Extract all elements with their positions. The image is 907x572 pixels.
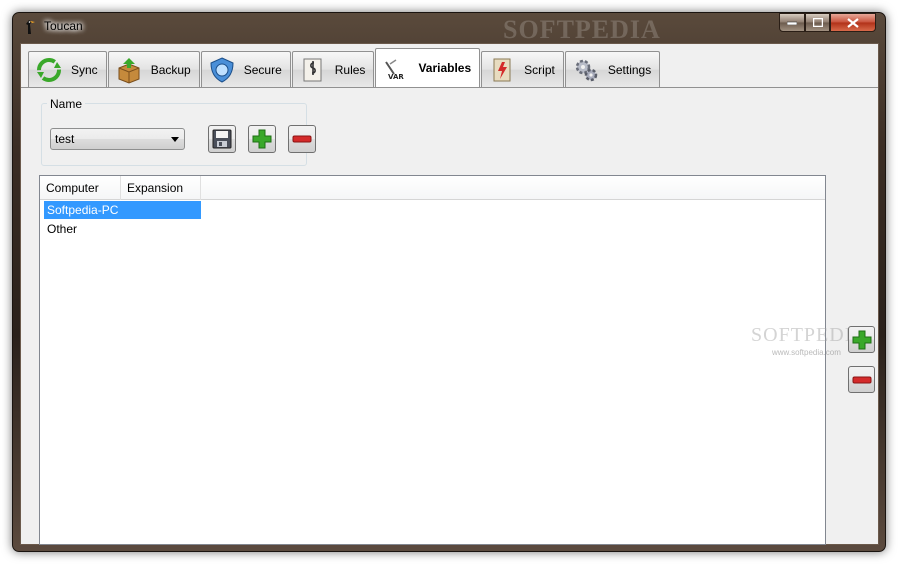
name-combobox-value: test — [55, 132, 75, 146]
variables-listview[interactable]: Computer Expansion Softpedia-PC Other — [39, 175, 826, 545]
plus-icon — [252, 129, 272, 149]
minimize-icon — [787, 21, 797, 25]
list-item[interactable]: Softpedia-PC — [44, 201, 201, 219]
list-item[interactable]: Other — [44, 220, 201, 238]
tab-sync-label: Sync — [71, 62, 98, 77]
add-variable-button[interactable] — [248, 125, 276, 153]
minus-icon — [292, 135, 312, 143]
tab-script[interactable]: Script — [481, 51, 564, 87]
name-groupbox: Name test — [41, 97, 316, 166]
tab-settings-label: Settings — [607, 62, 652, 77]
list-item-computer: Other — [47, 222, 78, 236]
client-area: Sync Backup Secure Rules VAR Variables S… — [20, 43, 879, 545]
tab-variables[interactable]: VAR Variables — [375, 48, 481, 87]
minus-icon — [852, 376, 871, 383]
tab-backup-label: Backup — [150, 62, 191, 77]
name-legend: Name — [47, 97, 86, 111]
listview-header: Computer Expansion — [40, 176, 825, 200]
secure-icon — [210, 56, 234, 83]
settings-icon — [575, 59, 598, 81]
tab-sync[interactable]: Sync — [28, 51, 107, 87]
script-icon — [493, 58, 511, 81]
list-item-computer: Softpedia-PC — [47, 203, 119, 217]
window-title: Toucan — [44, 19, 83, 33]
maximize-icon — [812, 18, 823, 27]
rules-icon — [303, 58, 322, 81]
save-icon — [212, 129, 232, 149]
toucan-app-icon — [26, 20, 35, 34]
svg-text:VAR: VAR — [388, 73, 404, 81]
title-bar[interactable]: Toucan SOFTPEDIA — [13, 13, 885, 44]
tab-script-label: Script — [524, 62, 555, 77]
tab-rules[interactable]: Rules — [291, 51, 375, 87]
plus-icon — [852, 330, 871, 349]
save-button[interactable] — [208, 125, 236, 153]
tab-backup[interactable]: Backup — [107, 51, 200, 87]
maximize-button[interactable] — [805, 13, 830, 32]
remove-variable-button[interactable] — [288, 125, 316, 153]
add-row-button[interactable] — [848, 326, 875, 353]
close-icon — [847, 17, 859, 28]
tab-divider — [21, 87, 878, 88]
tab-settings[interactable]: Settings — [564, 51, 661, 87]
column-header-computer[interactable]: Computer — [40, 176, 121, 200]
sync-icon — [37, 57, 61, 82]
tab-rules-label: Rules — [334, 62, 366, 77]
tab-secure-label: Secure — [243, 62, 282, 77]
toucan-window: Toucan SOFTPEDIA Sync Backup Secure Rule… — [12, 12, 886, 552]
tab-variables-label: Variables — [418, 61, 472, 75]
tab-secure[interactable]: Secure — [200, 51, 291, 87]
remove-row-button[interactable] — [848, 366, 875, 393]
tab-strip: Sync Backup Secure Rules VAR Variables S… — [28, 48, 661, 87]
backup-icon — [118, 57, 140, 84]
chevron-down-icon — [171, 137, 179, 142]
softpedia-watermark: SOFTPEDIA — [503, 15, 661, 44]
variables-icon: VAR — [385, 59, 405, 81]
column-header-expansion[interactable]: Expansion — [121, 176, 201, 200]
minimize-button[interactable] — [779, 13, 805, 32]
name-combobox[interactable]: test — [50, 128, 185, 150]
softpedia-url-watermark: www.softpedia.com — [772, 348, 841, 357]
close-button[interactable] — [830, 13, 876, 32]
